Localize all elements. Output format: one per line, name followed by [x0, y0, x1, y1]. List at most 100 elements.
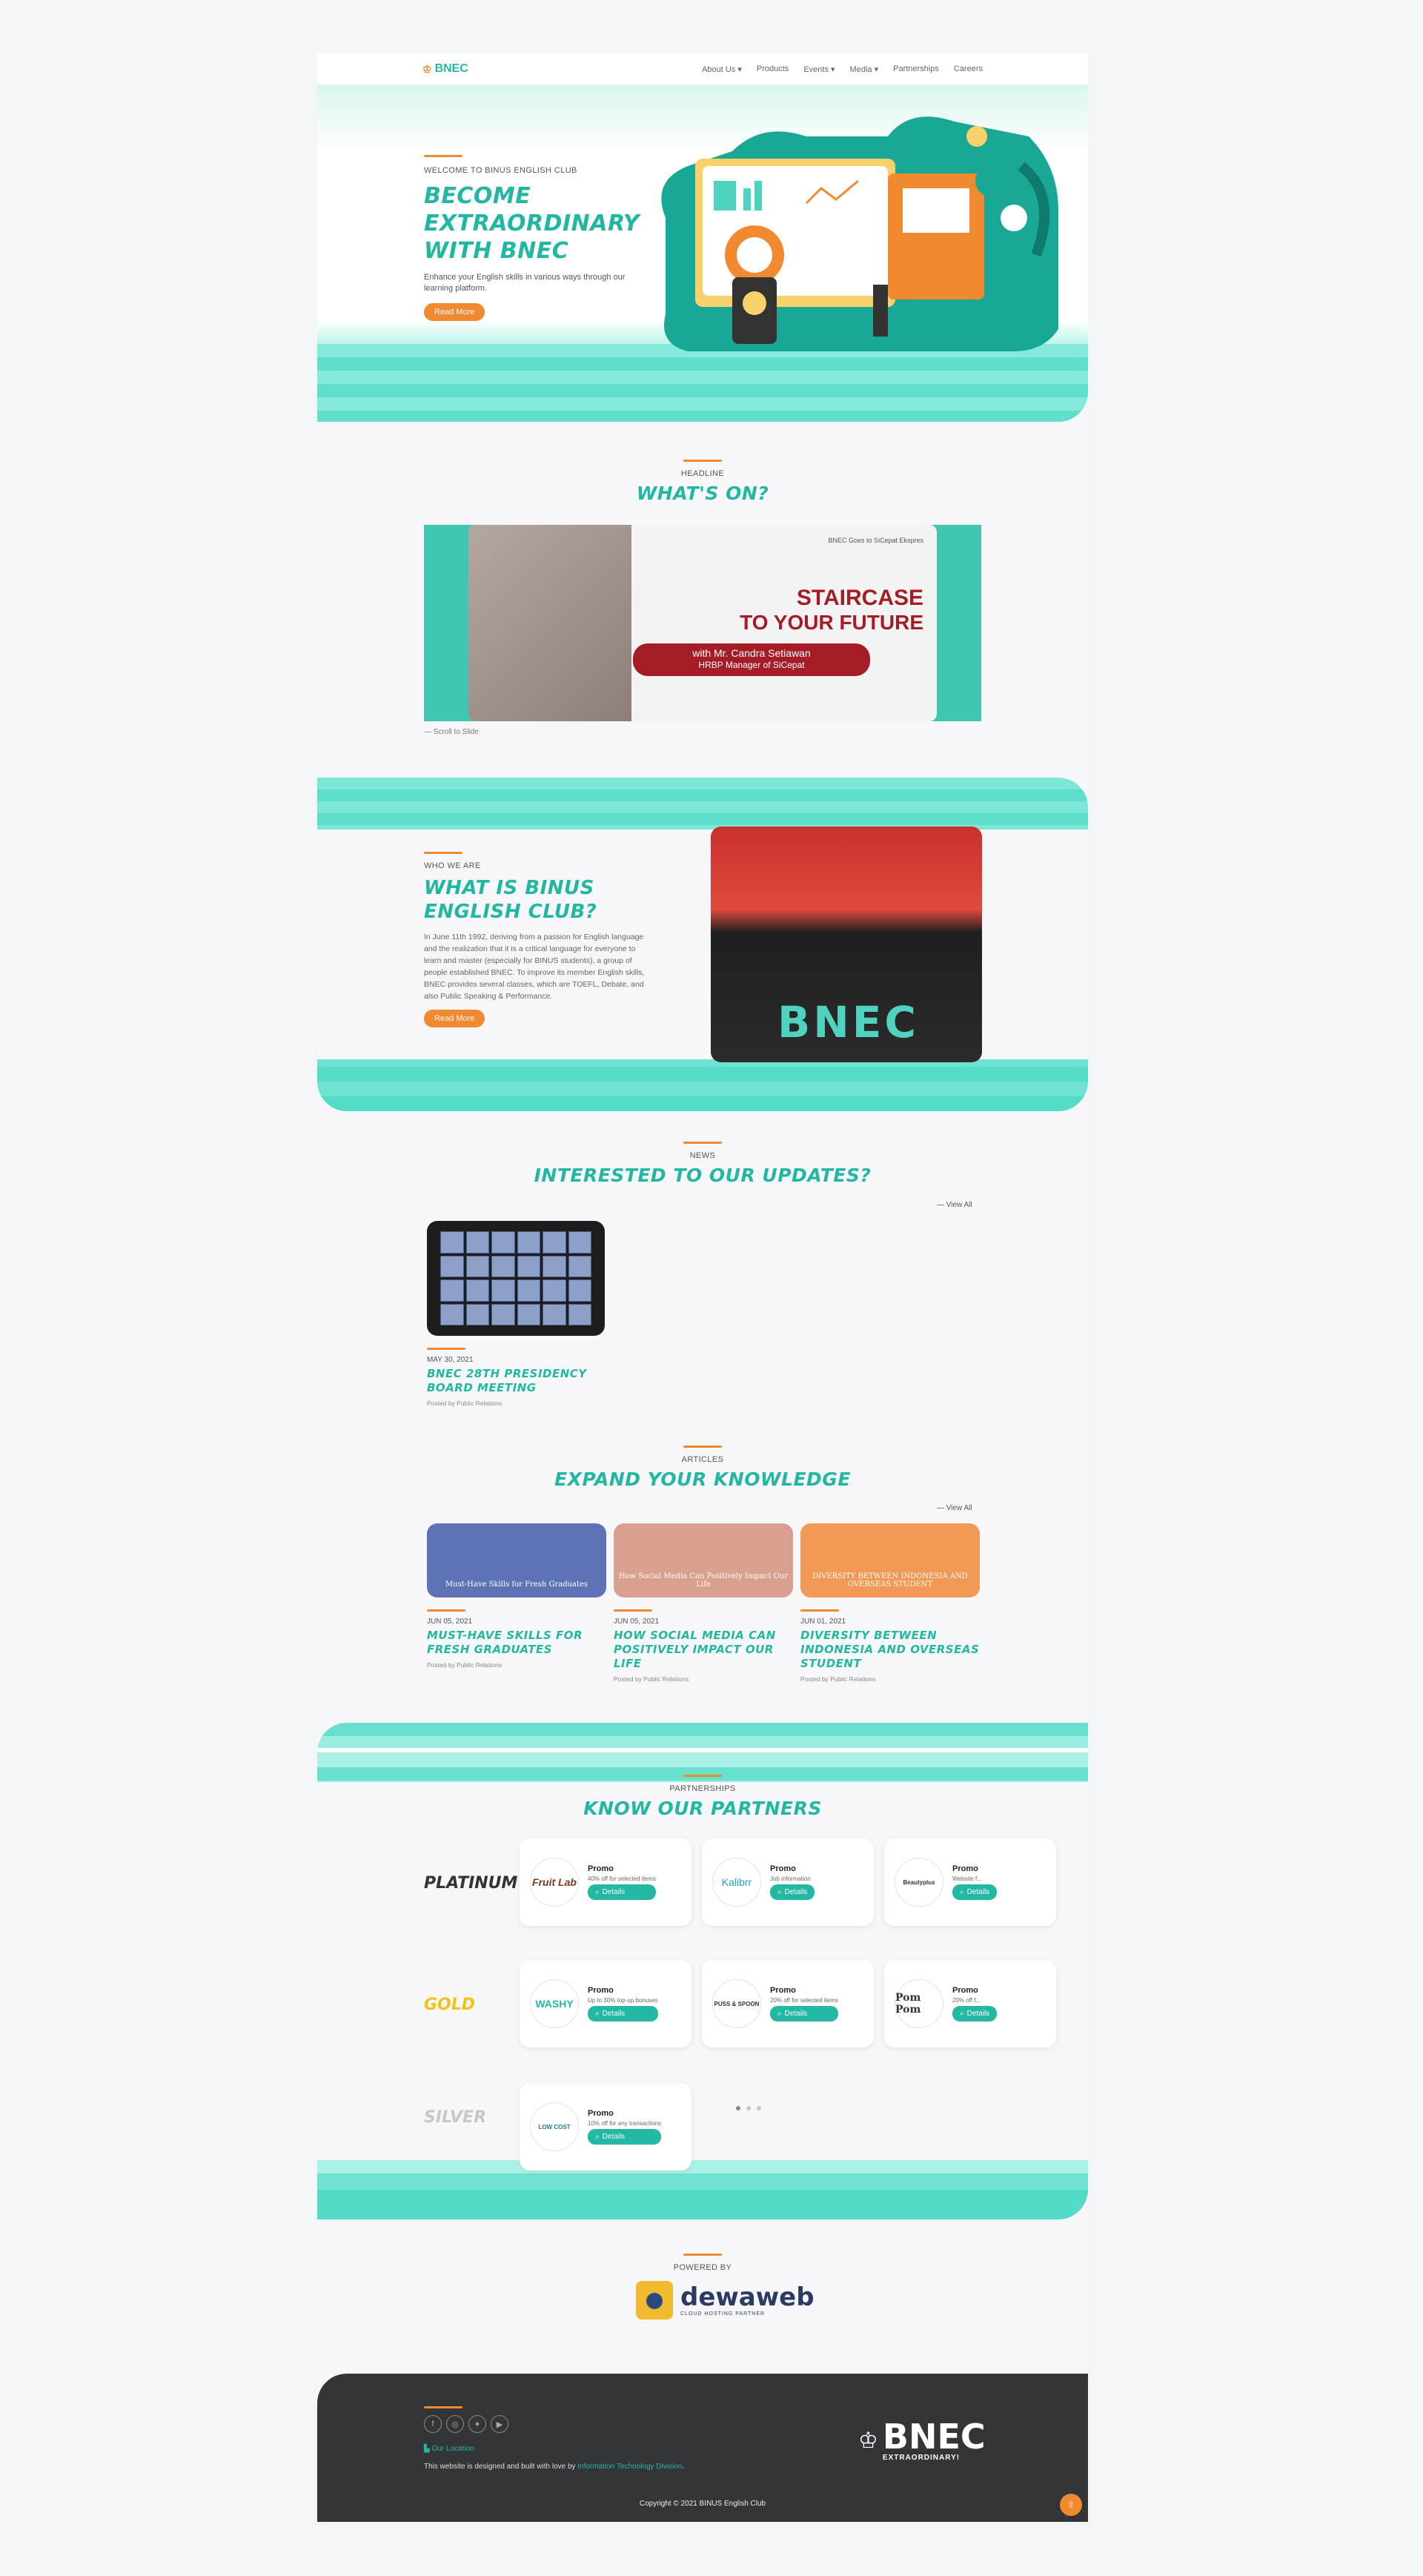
accent-line: [424, 155, 462, 157]
hero-illustration: [661, 116, 1058, 351]
partner-card[interactable]: WASHY Promo Up to 30% top-up bonuses ⌕ De…: [520, 1960, 691, 2047]
bnec-logo[interactable]: ♔ BNEC: [422, 62, 468, 76]
details-button[interactable]: ⌕ Details: [588, 2129, 662, 2145]
partner-info: Promo Website f... ⌕ Details: [952, 1864, 998, 1900]
dewaweb-name: dewaweb: [680, 2282, 815, 2312]
who-text: WHO WE ARE WHAT IS BINUS ENGLISH CLUB? I…: [424, 852, 654, 1027]
nav-item-careers[interactable]: Careers: [954, 64, 983, 74]
partner-logo: Beautyplus: [895, 1858, 943, 1907]
social-links: f ◎ ✦ ▶: [424, 2415, 508, 2433]
news-card[interactable]: MAY 30, 2021 BNEC 28TH PRESIDENCY BOARD …: [427, 1221, 605, 1407]
post-author: Posted by Public Relations: [427, 1661, 502, 1669]
headline-slider[interactable]: BNEC Goes to SiCepat Ekspres STAIRCASE T…: [424, 525, 981, 721]
gold-carousel-dots[interactable]: [736, 2106, 761, 2110]
carousel-dot[interactable]: [746, 2106, 751, 2110]
search-icon: ⌕: [960, 2010, 964, 2018]
our-location-link[interactable]: ▙ Our Location: [424, 2445, 474, 2453]
logo-text: BNEC: [434, 62, 468, 75]
slide-brand-line: BNEC Goes to SiCepat Ekspres: [828, 537, 923, 544]
building-icon: ▙: [424, 2445, 430, 2453]
silver-row: LOW COST Promo 10% off for any transacti…: [520, 2083, 691, 2171]
hero-section: WELCOME TO BINUS ENGLISH CLUB BECOME EXT…: [317, 85, 1088, 422]
platinum-carousel[interactable]: Fruit Lab Promo 40% off for selected ite…: [520, 1838, 1056, 1926]
post-author: Posted by Public Relations: [427, 1400, 502, 1407]
dewaweb-logo[interactable]: dewaweb CLOUD HOSTING PARTNER: [636, 2281, 815, 2320]
partner-card[interactable]: PUSS & SPOON Promo 20% off for selected …: [702, 1960, 874, 2047]
who-kicker: WHO WE ARE: [424, 861, 481, 870]
hero-read-more-button[interactable]: Read More: [424, 303, 485, 321]
accent-line: [424, 852, 462, 854]
details-button[interactable]: ⌕ Details: [952, 1884, 998, 1900]
articles-view-all-link[interactable]: — View All: [937, 1504, 972, 1512]
article-card[interactable]: How Social Media Can Positively Impact O…: [614, 1523, 793, 1683]
post-title[interactable]: HOW SOCIAL MEDIA CAN POSITIVELY IMPACT O…: [614, 1629, 793, 1671]
who-title: WHAT IS BINUS ENGLISH CLUB?: [424, 877, 597, 923]
partner-info: Promo 40% off for selected items ⌕ Detail…: [588, 1864, 656, 1900]
post-date: JUN 05, 2021: [614, 1618, 660, 1626]
partner-card[interactable]: Beautyplus Promo Website f... ⌕ Details: [884, 1838, 1056, 1926]
post-title[interactable]: DIVERSITY BETWEEN INDONESIA AND OVERSEAS…: [800, 1629, 980, 1671]
search-icon: ⌕: [595, 1888, 600, 1896]
partner-card[interactable]: Pom Pom Promo 20% off f... ⌕ Details: [884, 1960, 1056, 2047]
post-title[interactable]: MUST-HAVE SKILLS FOR FRESH GRADUATES: [427, 1629, 606, 1657]
details-button[interactable]: ⌕ Details: [770, 1884, 815, 1900]
top-navbar: ♔ BNEC About Us ▾ Products Events ▾ Medi…: [317, 53, 1088, 85]
hero-kicker: WELCOME TO BINUS ENGLISH CLUB: [424, 166, 577, 175]
post-date: JUN 01, 2021: [800, 1618, 846, 1626]
gold-carousel[interactable]: WASHY Promo Up to 30% top-up bonuses ⌕ De…: [520, 1960, 1056, 2047]
partner-logo: LOW COST: [530, 2102, 579, 2151]
nav-item-events[interactable]: Events ▾: [803, 64, 835, 74]
partner-info: Promo 20% off f... ⌕ Details: [952, 1986, 998, 2022]
youtube-icon[interactable]: ▶: [491, 2415, 508, 2433]
video-call-grid: [440, 1231, 591, 1325]
search-icon: ⌕: [960, 1888, 964, 1896]
footer-bnec-logo: ♔ BNEC EXTRAORDINARY!: [858, 2417, 986, 2462]
accent-line: [683, 2254, 722, 2256]
partner-logo: Pom Pom: [895, 1979, 943, 2028]
partner-card[interactable]: LOW COST Promo 10% off for any transacti…: [520, 2083, 691, 2171]
search-icon: ⌕: [595, 2010, 600, 2018]
article-card[interactable]: Must-Have Skills for Fresh Graduates JUN…: [427, 1523, 606, 1683]
tier-label-platinum: PLATINUM: [424, 1874, 518, 1893]
details-button[interactable]: ⌕ Details: [952, 2006, 998, 2022]
details-button[interactable]: ⌕ Details: [588, 1884, 656, 1900]
post-author: Posted by Public Relations: [614, 1675, 689, 1683]
partner-logo: WASHY: [530, 1979, 579, 2028]
copyright: Copyright © 2021 BINUS English Club: [639, 2500, 766, 2508]
carousel-dot[interactable]: [757, 2106, 761, 2110]
partner-card[interactable]: Fruit Lab Promo 40% off for selected ite…: [520, 1838, 691, 1926]
back-to-top-button[interactable]: ⇧: [1060, 2494, 1082, 2516]
tier-label-gold: GOLD: [424, 1996, 476, 2014]
nav-item-partnerships[interactable]: Partnerships: [893, 64, 939, 74]
nav-item-products[interactable]: Products: [757, 64, 789, 74]
group-photo: BNEC: [711, 827, 982, 1062]
nav-item-about-us[interactable]: About Us ▾: [702, 64, 742, 74]
news-view-all-link[interactable]: — View All: [937, 1201, 972, 1209]
instagram-icon[interactable]: ◎: [446, 2415, 464, 2433]
partner-logo: Kalibrr: [712, 1858, 761, 1907]
post-title[interactable]: BNEC 28TH PRESIDENCY BOARD MEETING: [427, 1367, 605, 1395]
accent-line: [683, 1446, 722, 1448]
arrow-up-icon: ⇧: [1067, 2500, 1075, 2510]
accent-line: [614, 1609, 652, 1612]
facebook-icon[interactable]: f: [424, 2415, 442, 2433]
nav-item-media[interactable]: Media ▾: [850, 64, 879, 74]
carousel-dot[interactable]: [736, 2106, 740, 2110]
search-icon: ⌕: [777, 1888, 782, 1896]
it-division-link[interactable]: Information Technology Division: [577, 2463, 682, 2471]
partners-title: KNOW OUR PARTNERS: [583, 1798, 822, 1819]
headline-slide[interactable]: BNEC Goes to SiCepat Ekspres STAIRCASE T…: [468, 525, 937, 721]
news-title: INTERESTED TO OUR UPDATES?: [534, 1165, 872, 1186]
dewaweb-mascot-icon: [636, 2281, 673, 2320]
details-button[interactable]: ⌕ Details: [588, 2006, 658, 2022]
who-read-more-button[interactable]: Read More: [424, 1010, 485, 1027]
accent-line: [800, 1609, 839, 1612]
partner-info: Promo 10% off for any transactions ⌕ Deta…: [588, 2109, 662, 2145]
details-button[interactable]: ⌕ Details: [770, 2006, 838, 2022]
article-card[interactable]: DIVERSITY BETWEEN INDONESIA AND OVERSEAS…: [800, 1523, 980, 1683]
speaker-photo: [468, 525, 631, 721]
post-date: JUN 05, 2021: [427, 1618, 473, 1626]
partner-card[interactable]: Kalibrr Promo Job information ⌕ Details: [702, 1838, 874, 1926]
twitter-icon[interactable]: ✦: [468, 2415, 486, 2433]
powered-heading: POWERED BY: [317, 2254, 1088, 2272]
